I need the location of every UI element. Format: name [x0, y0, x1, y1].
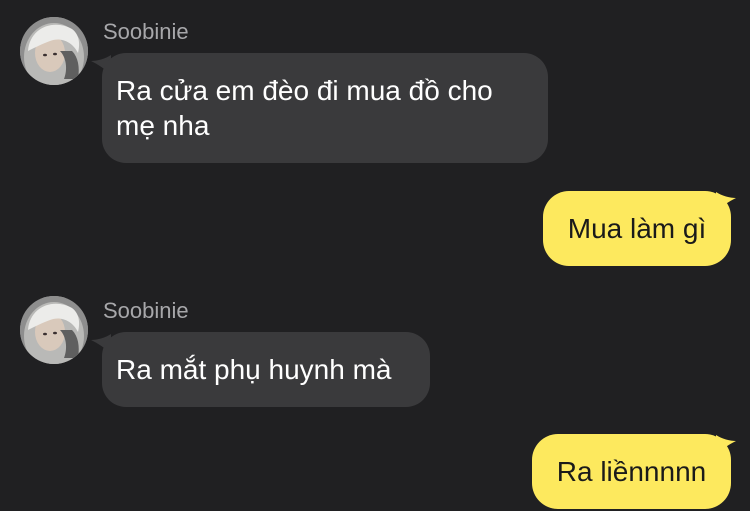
avatar-photo	[20, 17, 88, 85]
sender-name: Soobinie	[103, 298, 189, 323]
avatar-photo	[20, 296, 88, 364]
incoming-message-bubble[interactable]: Ra cửa em đèo đi mua đồ cho mẹ nha	[102, 53, 548, 163]
outgoing-message-bubble[interactable]: Ra liềnnnnn	[532, 434, 731, 509]
sender-avatar[interactable]	[20, 17, 88, 85]
incoming-message-bubble[interactable]: Ra mắt phụ huynh mà	[102, 332, 430, 407]
outgoing-message-bubble[interactable]: Mua làm gì	[543, 191, 731, 266]
sender-name: Soobinie	[103, 19, 189, 44]
sender-avatar[interactable]	[20, 296, 88, 364]
